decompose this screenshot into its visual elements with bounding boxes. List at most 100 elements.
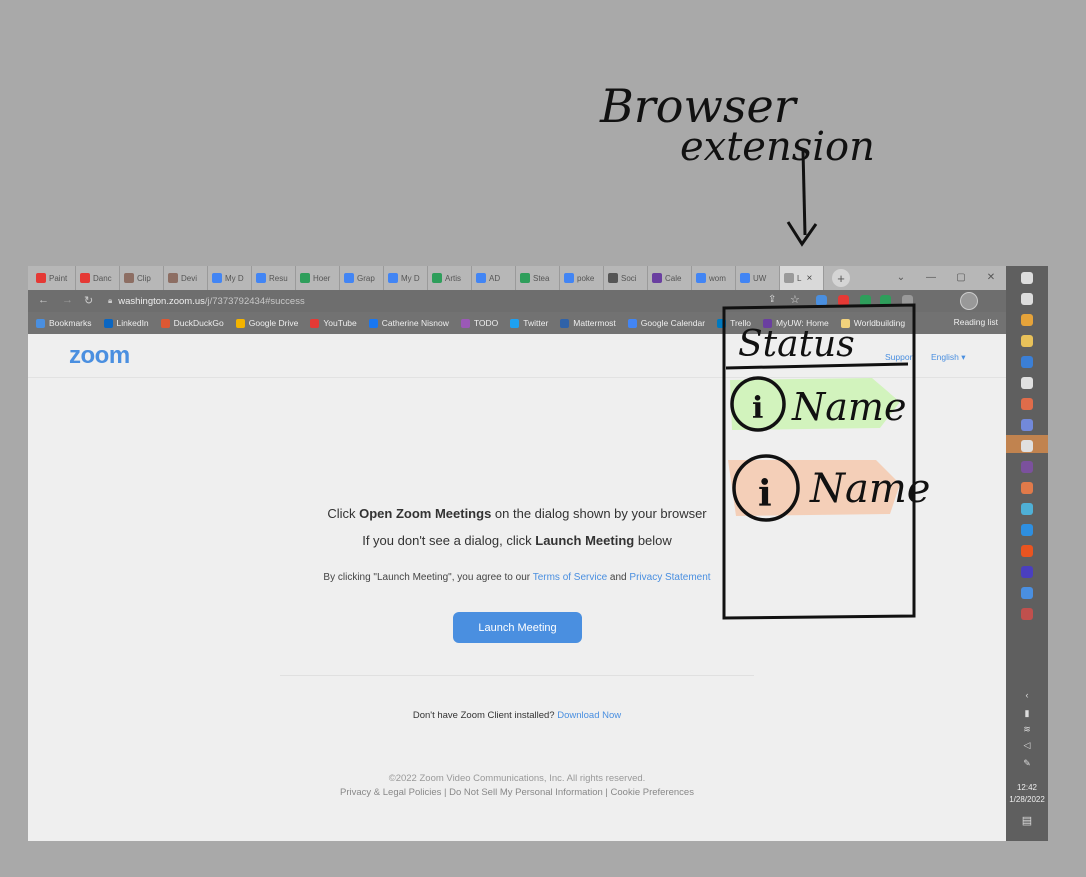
bookmark-item[interactable]: TODO xyxy=(460,318,498,328)
browser-tab[interactable]: wom xyxy=(692,266,736,290)
reload-icon[interactable]: ↻ xyxy=(84,294,93,307)
close-tab-icon[interactable]: × xyxy=(806,273,812,284)
browser-tab[interactable]: Clip xyxy=(120,266,164,290)
bookmark-item[interactable]: Catherine Nisnow xyxy=(368,318,449,328)
tab-favicon-icon xyxy=(652,273,662,283)
legal-links[interactable]: Privacy & Legal Policies | Do Not Sell M… xyxy=(28,787,1006,798)
discord-icon[interactable] xyxy=(1021,419,1033,431)
bookmark-favicon-icon xyxy=(368,318,378,328)
close-window-icon[interactable]: ✕ xyxy=(976,266,1006,290)
bookmark-item[interactable]: MyUW: Home xyxy=(763,318,829,328)
app-blue-icon[interactable] xyxy=(1021,503,1033,515)
bookmark-item[interactable]: DuckDuckGo xyxy=(160,318,224,328)
wifi-icon[interactable]: ≋ xyxy=(1006,724,1048,735)
browser-tab[interactable]: Resu xyxy=(252,266,296,290)
bookmark-item[interactable]: Twitter xyxy=(510,318,548,328)
minimize-icon[interactable]: — xyxy=(916,266,946,290)
browser-tab[interactable]: AD xyxy=(472,266,516,290)
bookmark-label: Mattermost xyxy=(573,318,616,328)
browser-tab-active[interactable]: L × xyxy=(780,266,824,290)
archive-icon[interactable] xyxy=(1021,608,1033,620)
zoom-logo[interactable]: zoom xyxy=(69,342,130,370)
tab-favicon-icon xyxy=(300,273,310,283)
browser-tab[interactable]: My D xyxy=(384,266,428,290)
pen-icon[interactable]: ✎ xyxy=(1006,758,1048,769)
agreement-text: By clicking "Launch Meeting", you agree … xyxy=(28,572,1006,583)
file-explorer-icon[interactable] xyxy=(1021,335,1033,347)
browser-tab[interactable]: Paint xyxy=(32,266,76,290)
download-link[interactable]: Download Now xyxy=(557,710,621,721)
copyright: ©2022 Zoom Video Communications, Inc. Al… xyxy=(388,773,646,784)
browser-tab[interactable]: poke xyxy=(560,266,604,290)
tab-label: AD xyxy=(489,273,501,283)
paint-icon[interactable] xyxy=(1021,398,1033,410)
reading-list[interactable]: Reading list xyxy=(954,317,998,327)
tab-favicon-icon xyxy=(80,273,90,283)
bookmark-item[interactable]: YouTube xyxy=(310,318,357,328)
chat-icon[interactable] xyxy=(1021,377,1033,389)
aftereffects-icon[interactable] xyxy=(1021,566,1033,578)
new-tab-button[interactable]: + xyxy=(832,269,850,287)
privacy-link[interactable]: Privacy Statement xyxy=(629,572,710,583)
tab-favicon-icon xyxy=(476,273,486,283)
chrome-icon[interactable] xyxy=(1021,314,1033,326)
browser-tab[interactable]: UW xyxy=(736,266,780,290)
browser-tab[interactable]: Grap xyxy=(340,266,384,290)
tab-favicon-icon xyxy=(740,273,750,283)
bookmark-item[interactable]: LinkedIn xyxy=(103,318,149,328)
clock-app-icon[interactable] xyxy=(1021,440,1033,452)
viber-icon[interactable] xyxy=(1021,461,1033,473)
app-orange-icon[interactable] xyxy=(1021,482,1033,494)
browser-tab[interactable]: Hoer xyxy=(296,266,340,290)
url-field[interactable]: 🔒︎ washington.zoom.us/j/7373792434#succe… xyxy=(108,296,305,307)
launch-meeting-button[interactable]: Launch Meeting xyxy=(453,612,582,643)
extension-icon[interactable] xyxy=(860,295,871,306)
browser-tab[interactable]: Cale xyxy=(648,266,692,290)
windows-start-icon[interactable] xyxy=(1021,272,1033,284)
browser-tab[interactable]: Soci xyxy=(604,266,648,290)
extension-icon[interactable] xyxy=(816,295,827,306)
bookmark-item[interactable]: Google Calendar xyxy=(627,318,705,328)
extension-icon[interactable] xyxy=(880,295,891,306)
notifications-icon[interactable]: ▤ xyxy=(1006,814,1048,827)
avatar[interactable] xyxy=(960,292,978,310)
bookmark-item[interactable]: Bookmarks xyxy=(36,318,92,328)
annotation-label-extension: extension xyxy=(680,124,875,170)
language-dropdown[interactable]: English ▾ xyxy=(931,352,966,363)
volume-icon[interactable]: ◁ xyxy=(1006,740,1048,751)
chevron-left-icon[interactable]: ‹ xyxy=(1006,690,1048,700)
search-icon[interactable] xyxy=(1021,293,1033,305)
chevron-down-icon[interactable]: ⌄ xyxy=(886,266,916,290)
tab-label: Resu xyxy=(269,273,288,283)
browser-tab[interactable]: Stea xyxy=(516,266,560,290)
extension-icon[interactable] xyxy=(902,295,913,306)
bookmark-item[interactable]: Trello xyxy=(717,318,751,328)
zoom-app-icon[interactable] xyxy=(1021,587,1033,599)
clock[interactable]: 12:42 1/28/2022 xyxy=(1006,782,1048,806)
support-link[interactable]: Support xyxy=(885,352,915,362)
text: By clicking "Launch Meeting", you agree … xyxy=(323,572,533,583)
bookmark-label: DuckDuckGo xyxy=(173,318,224,328)
battery-icon[interactable]: ▮ xyxy=(1006,708,1048,719)
maximize-icon[interactable]: ▢ xyxy=(946,266,976,290)
back-icon[interactable]: ← xyxy=(38,294,49,306)
bookmark-item[interactable]: Mattermost xyxy=(560,318,616,328)
tab-label: UW xyxy=(753,273,767,283)
photoshop-icon[interactable] xyxy=(1021,356,1033,368)
browser-tab-strip: Paint Danc Clip Devi My D Resu Hoer Grap My D Art… xyxy=(28,266,1006,290)
bookmark-item[interactable]: Worldbuilding xyxy=(840,318,905,328)
browser-tab[interactable]: Artis xyxy=(428,266,472,290)
extension-icon[interactable] xyxy=(838,295,849,306)
bookmark-favicon-icon xyxy=(235,318,245,328)
browser-tab[interactable]: Devi xyxy=(164,266,208,290)
browser-tab[interactable]: Danc xyxy=(76,266,120,290)
forward-icon[interactable]: → xyxy=(62,294,73,306)
vscode-icon[interactable] xyxy=(1021,524,1033,536)
ubuntu-icon[interactable] xyxy=(1021,545,1033,557)
share-icon[interactable]: ⇪ xyxy=(768,294,776,305)
bookmark-item[interactable]: Google Drive xyxy=(235,318,298,328)
tab-label: Paint xyxy=(49,273,68,283)
browser-tab[interactable]: My D xyxy=(208,266,252,290)
star-icon[interactable]: ☆ xyxy=(790,293,800,306)
terms-link[interactable]: Terms of Service xyxy=(533,572,607,583)
